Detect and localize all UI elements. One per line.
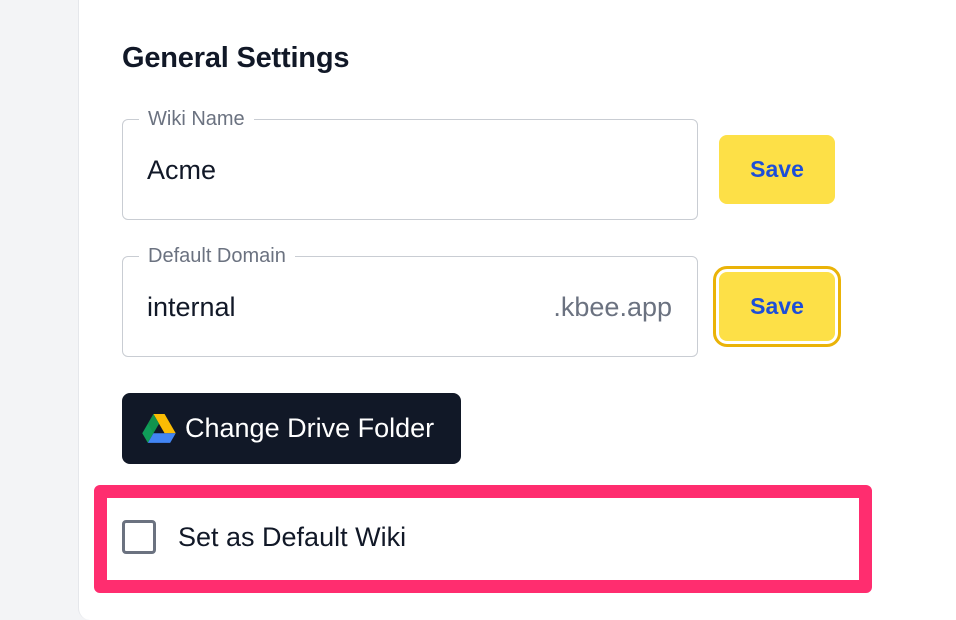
- default-wiki-label: Set as Default Wiki: [178, 521, 407, 552]
- wiki-name-save-button[interactable]: Save: [719, 135, 835, 204]
- wiki-name-field[interactable]: Wiki Name Acme: [122, 107, 698, 220]
- default-wiki-option[interactable]: Set as Default Wiki: [122, 520, 406, 554]
- wiki-name-label: Wiki Name: [139, 107, 254, 131]
- change-drive-folder-button[interactable]: Change Drive Folder: [122, 393, 461, 464]
- change-drive-folder-label: Change Drive Folder: [185, 413, 435, 443]
- default-wiki-checkbox[interactable]: [122, 520, 156, 554]
- wiki-name-input[interactable]: Acme: [147, 154, 216, 186]
- default-domain-field[interactable]: Default Domain internal .kbee.app: [122, 244, 698, 357]
- default-domain-input[interactable]: internal: [147, 291, 236, 323]
- section-title: General Settings: [122, 42, 350, 74]
- default-domain-label: Default Domain: [139, 244, 295, 268]
- default-domain-save-button[interactable]: Save: [713, 266, 841, 347]
- google-drive-icon: [142, 413, 176, 443]
- domain-suffix: .kbee.app: [553, 292, 672, 322]
